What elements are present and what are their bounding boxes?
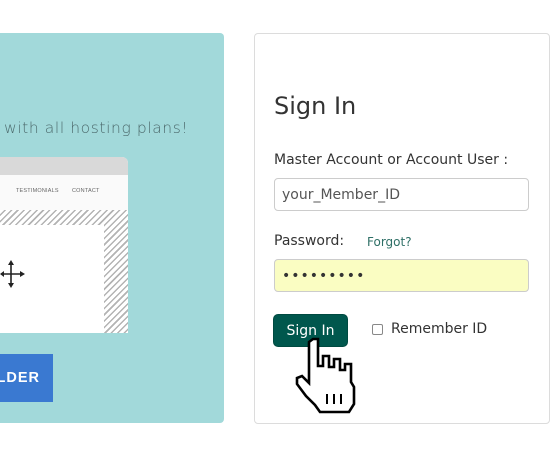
member-id-input[interactable] (274, 178, 529, 211)
site-builder-button[interactable]: LDER (0, 354, 53, 402)
remember-id-checkbox[interactable] (372, 324, 383, 335)
browser-mockup: TESTIMONIALS CONTACT (0, 157, 128, 333)
move-arrows-icon (0, 260, 25, 288)
password-input[interactable] (274, 259, 529, 292)
mock-nav-contact: CONTACT (72, 188, 100, 194)
promo-tagline: with all hosting plans! (4, 119, 189, 137)
signin-title: Sign In (274, 92, 357, 120)
promo-panel: with all hosting plans! TESTIMONIALS CON… (0, 33, 224, 423)
pointer-hand-icon (295, 337, 356, 414)
forgot-password-link[interactable]: Forgot? (367, 235, 412, 249)
browser-nav: TESTIMONIALS CONTACT (0, 175, 128, 210)
password-label: Password: (274, 233, 345, 249)
browser-title-bar (0, 157, 128, 175)
account-label: Master Account or Account User : (274, 152, 509, 168)
remember-id-label[interactable]: Remember ID (391, 321, 487, 337)
mock-nav-testimonials: TESTIMONIALS (16, 188, 59, 194)
